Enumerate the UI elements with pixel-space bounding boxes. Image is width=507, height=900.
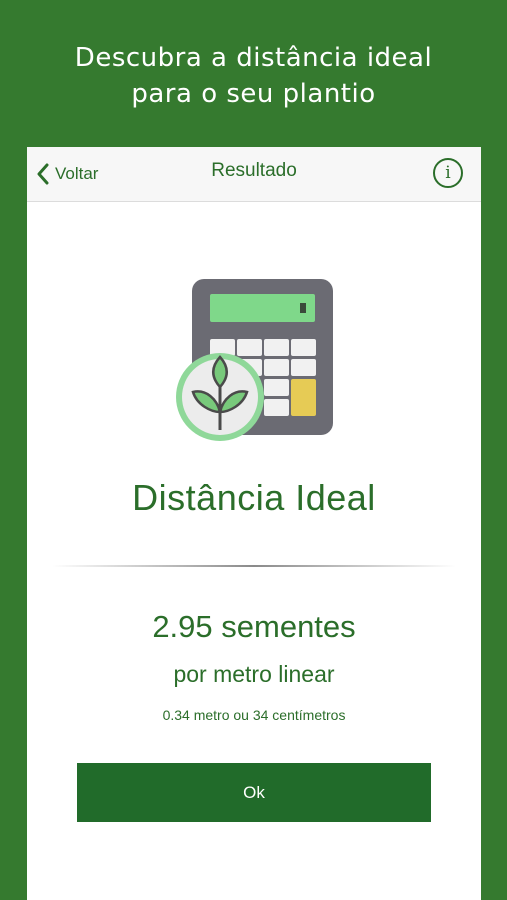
result-heading: Distância Ideal: [132, 477, 376, 518]
info-icon[interactable]: i: [433, 158, 463, 188]
result-unit: por metro linear: [173, 661, 335, 687]
promo-line-1: Descubra a distância ideal: [74, 43, 433, 73]
result-value: 2.95 sementes: [152, 609, 356, 644]
calculator-with-sprout-icon: [176, 279, 333, 441]
navigation-bar: Voltar Resultado i: [27, 147, 481, 202]
result-detail: 0.34 metro ou 34 centímetros: [162, 707, 346, 723]
phone-screen: Voltar Resultado i Distância Ideal 2.95 …: [27, 147, 481, 900]
divider: [52, 565, 456, 567]
promo-headline: Descubra a distância ideal para o seu pl…: [0, 40, 507, 112]
ok-button[interactable]: Ok: [77, 763, 431, 822]
page-title: Resultado: [211, 160, 297, 181]
info-glyph: i: [445, 163, 451, 183]
promo-line-2: para o seu plantio: [131, 79, 376, 109]
